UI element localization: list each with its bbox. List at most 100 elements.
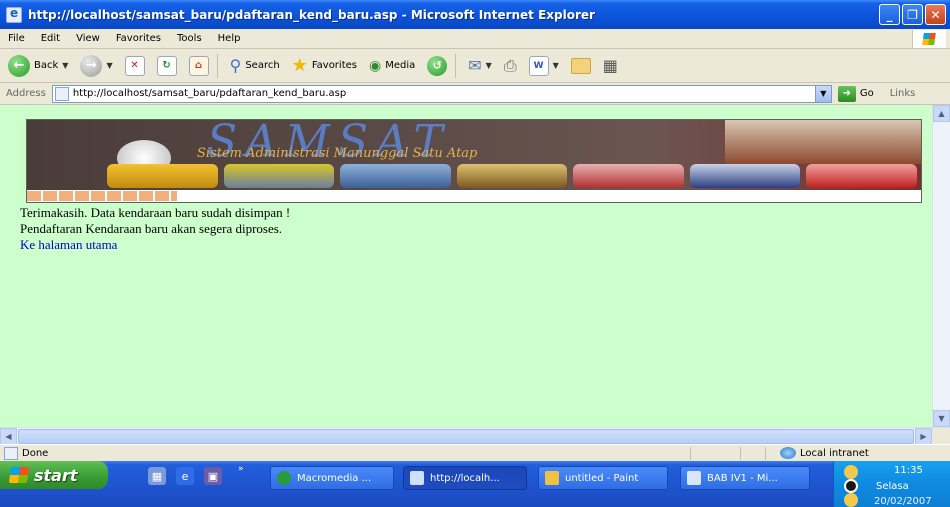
back-arrow-icon: ← [8,54,30,77]
window-controls: _ ❐ ✕ [879,4,946,25]
scroll-right-icon[interactable]: ▶ [915,428,932,445]
favorites-button[interactable]: ★ Favorites [288,52,361,80]
home-button[interactable]: ⌂ [185,52,213,80]
app-quick-icon[interactable]: ▣ [204,467,222,485]
intranet-icon [780,447,796,459]
word-edit-icon: W [528,55,549,76]
restore-button[interactable]: ❐ [902,4,923,25]
toolbar-separator [216,53,218,78]
clock-time[interactable]: 11:35 [894,465,923,476]
minimize-button[interactable]: _ [879,4,900,25]
processing-message: Pendaftaran Kendaraan baru akan segera d… [20,221,283,236]
go-label: Go [859,88,874,99]
toolbar: ← Back ▼ → ▼ ✕ ↻ ⌂ ⚲ Search ★ Favorites … [0,49,950,83]
ie-quick-icon[interactable]: e [176,467,194,485]
scroll-left-icon[interactable]: ◀ [0,428,17,445]
motorcycle-image [806,164,918,188]
favorites-star-icon: ★ [291,55,308,76]
horizontal-scroll-thumb[interactable] [18,429,914,444]
print-button[interactable]: ⎙ [500,52,521,80]
task-macromedia[interactable]: Macromedia ... [270,466,394,490]
tray-network-icon[interactable] [844,465,858,479]
menu-edit[interactable]: Edit [33,33,68,44]
dreamweaver-icon [277,471,291,485]
print-icon: ⎙ [503,55,517,75]
task-ie[interactable]: http://localh... [403,466,527,490]
menu-bar: File Edit View Favorites Tools Help [0,29,950,49]
chevron-right-icon[interactable]: » [238,464,244,474]
task-label: untitled - Paint [565,472,639,484]
history-button[interactable]: ↺ [423,52,451,80]
address-input[interactable]: http://localhost/samsat_baru/pdaftaran_k… [51,84,832,103]
menu-favorites[interactable]: Favorites [108,33,169,44]
car-image [456,164,568,188]
refresh-button[interactable]: ↻ [153,52,181,80]
task-paint[interactable]: untitled - Paint [538,466,668,490]
banner-vehicles [107,164,918,188]
edit-dropdown-icon[interactable]: ▼ [553,61,559,70]
close-button[interactable]: ✕ [925,4,946,25]
quick-launch: ▦ e ▣ [148,467,222,485]
back-label: Back [34,60,59,71]
home-link[interactable]: Ke halaman utama [20,237,117,253]
task-label: http://localh... [430,472,500,484]
go-button[interactable]: ➜ Go [837,85,874,102]
system-tray: 11:35 Selasa 20/02/2007 [833,461,950,507]
menu-file[interactable]: File [0,33,33,44]
back-button[interactable]: ← Back ▼ [4,52,72,80]
taskbar: start ▦ e ▣ » Macromedia ... http://loca… [0,461,950,507]
address-label: Address [6,88,46,99]
edit-button[interactable]: W ▼ [525,52,563,80]
search-button[interactable]: ⚲ Search [226,52,284,80]
success-message: Terimakasih. Data kendaraan baru sudah d… [20,205,291,220]
window-title: http://localhost/samsat_baru/pdaftaran_k… [28,7,595,22]
title-bar[interactable]: http://localhost/samsat_baru/pdaftaran_k… [0,0,950,29]
stop-button[interactable]: ✕ [121,52,149,80]
history-icon: ↺ [427,55,448,76]
address-url[interactable]: http://localhost/samsat_baru/pdaftaran_k… [73,88,346,99]
stop-icon: ✕ [124,55,145,76]
banner-subtitle: Sistem Administrasi Manunggal Satu Atap [197,146,478,161]
toolbar-separator-2 [455,53,457,78]
scroll-up-icon[interactable]: ▲ [933,105,950,122]
mail-icon: ✉ [468,56,482,75]
bus-image [107,164,218,188]
links-button[interactable]: Links [890,88,916,99]
favorites-label: Favorites [311,60,357,71]
folder-button[interactable] [567,52,595,80]
mail-dropdown-icon[interactable]: ▼ [486,61,492,70]
page-icon [54,86,69,101]
forward-arrow-icon: → [80,54,103,77]
media-icon: ◉ [368,57,382,74]
task-word[interactable]: BAB IV1 - Mi... [680,466,810,490]
forward-button[interactable]: → ▼ [76,52,116,80]
page-content: SAMSAT Sistem Administrasi Manunggal Sat… [0,105,932,427]
search-label: Search [245,60,280,71]
status-bar: Done Local intranet [0,444,950,461]
vertical-scrollbar[interactable]: ▲ ▼ [932,105,950,427]
back-dropdown-icon[interactable]: ▼ [62,61,68,70]
mail-button[interactable]: ✉ ▼ [464,52,496,80]
research-button[interactable]: ▦ [599,52,622,80]
start-button[interactable]: start [0,461,108,489]
desktop-icon[interactable]: ▦ [148,467,166,485]
search-icon: ⚲ [229,56,242,75]
ie-icon [6,6,22,23]
menu-help[interactable]: Help [210,33,249,44]
windows-flag-icon [8,467,30,483]
zone-label: Local intranet [800,447,869,459]
menu-view[interactable]: View [68,33,108,44]
address-dropdown-icon[interactable]: ▼ [814,85,831,102]
scroll-down-icon[interactable]: ▼ [933,410,950,427]
horizontal-scrollbar[interactable]: ◀ ▶ [0,427,950,445]
tray-volume-icon[interactable] [844,479,858,493]
media-button[interactable]: ◉ Media [365,52,419,80]
tray-app-icon[interactable] [844,493,858,507]
motorcycle-image [573,164,684,188]
research-icon: ▦ [602,56,618,75]
clock-date: 20/02/2007 [874,496,932,507]
page-done-icon [4,446,18,460]
status-text: Done [22,447,49,459]
forward-dropdown-icon[interactable]: ▼ [106,61,112,70]
menu-tools[interactable]: Tools [169,33,210,44]
